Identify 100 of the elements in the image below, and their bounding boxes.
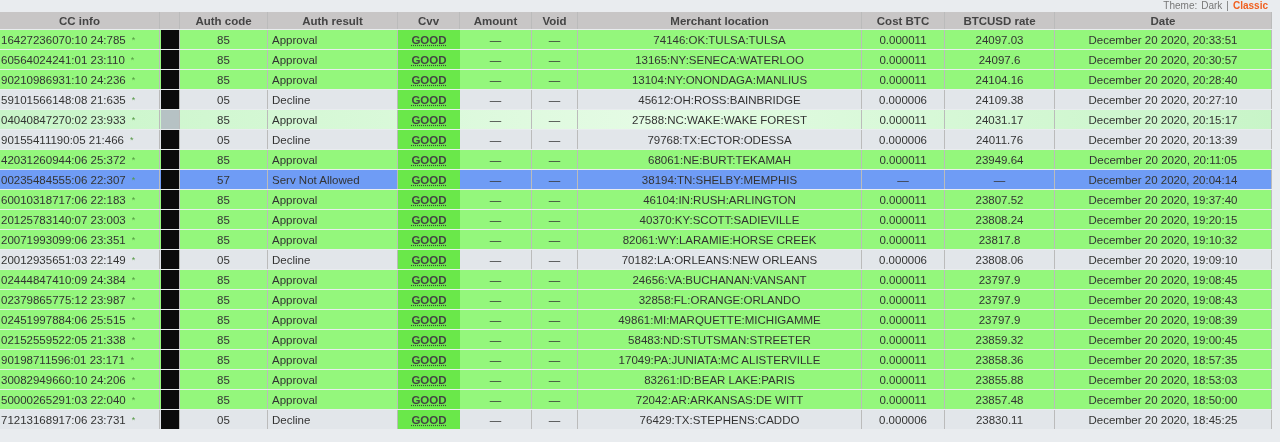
table-cell: — <box>460 250 532 269</box>
note-mark: * <box>131 154 136 165</box>
table-cell: 70182:LA:ORLEANS:NEW ORLEANS <box>578 250 862 269</box>
table-cell: 83261:ID:BEAR LAKE:PARIS <box>578 370 862 389</box>
note-mark: * <box>131 214 136 225</box>
table-cell: 24109.38 <box>945 90 1055 109</box>
cvv-status: GOOD <box>398 70 460 89</box>
redaction-block <box>160 390 179 409</box>
note-mark: * <box>131 294 136 305</box>
table-cell: 0.000011 <box>862 270 945 289</box>
table-cell: 58483:ND:STUTSMAN:STREETER <box>578 330 862 349</box>
table-row[interactable]: 71213168917:06 23:731 * 05 Decline GOOD — — 76429:TX:STEPHENS:CADDO 0.000006 23830.11 December 20 2020, 18:45:25 <box>0 410 1272 429</box>
column-header[interactable]: Void <box>532 12 578 29</box>
table-cell: 17049:PA:JUNIATA:MC ALISTERVILLE <box>578 350 862 369</box>
table-row[interactable]: 42031260944:06 25:372 * 85 Approval GOOD — — 68061:NE:BURT:TEKAMAH 0.000011 23949.64 December 20 2020, 20:11:05 <box>0 150 1272 169</box>
cvv-status: GOOD <box>398 190 460 209</box>
table-cell: — <box>460 270 532 289</box>
table-cell: 23858.36 <box>945 350 1055 369</box>
table-cell: 82061:WY:LARAMIE:HORSE CREEK <box>578 230 862 249</box>
table-cell: 02152559522:05 21:338 <box>1 333 126 346</box>
table-cell: 02379865775:12 23:987 <box>1 293 126 306</box>
theme-option[interactable]: Dark <box>1201 0 1223 12</box>
table-cell: December 20 2020, 18:45:25 <box>1055 410 1272 429</box>
column-header[interactable]: Cvv <box>398 12 460 29</box>
table-row[interactable]: 30082949660:10 24:206 * 85 Approval GOOD — — 83261:ID:BEAR LAKE:PARIS 0.000011 23855.88 December 20 2020, 18:53:03 <box>0 370 1272 389</box>
table-cell: 85 <box>180 370 268 389</box>
table-cell: December 20 2020, 19:08:39 <box>1055 310 1272 329</box>
table-cell: 0.000006 <box>862 90 945 109</box>
table-cell: 05 <box>180 250 268 269</box>
table-cell: 0.000011 <box>862 330 945 349</box>
column-header[interactable]: Amount <box>460 12 532 29</box>
table-cell: 13165:NY:SENECA:WATERLOO <box>578 50 862 69</box>
table-cell: 76429:TX:STEPHENS:CADDO <box>578 410 862 429</box>
table-cell: — <box>460 70 532 89</box>
table-cell: — <box>532 250 578 269</box>
column-header[interactable]: CC info <box>0 12 160 29</box>
table-cell: 42031260944:06 25:372 <box>1 153 126 166</box>
table-row[interactable]: 59101566148:08 21:635 * 05 Decline GOOD — — 45612:OH:ROSS:BAINBRIDGE 0.000006 24109.38 December 20 2020, 20:27:10 <box>0 90 1272 109</box>
table-cell: — <box>532 190 578 209</box>
table-row[interactable]: 16427236070:10 24:785 * 85 Approval GOOD — — 74146:OK:TULSA:TULSA 0.000011 24097.03 December 20 2020, 20:33:51 <box>0 30 1272 49</box>
table-cell: 23859.32 <box>945 330 1055 349</box>
table-row[interactable]: 02451997884:06 25:515 * 85 Approval GOOD — — 49861:MI:MARQUETTE:MICHIGAMME 0.000011 23797.9 December 20 2020, 19:08:39 <box>0 310 1272 329</box>
table-cell: 0.000011 <box>862 370 945 389</box>
table-cell: — <box>532 230 578 249</box>
table-cell: December 20 2020, 19:37:40 <box>1055 190 1272 209</box>
table-cell: 90198711596:01 23:171 <box>1 353 125 366</box>
table-cell: 85 <box>180 70 268 89</box>
table-cell: 85 <box>180 310 268 329</box>
table-row[interactable]: 02152559522:05 21:338 * 85 Approval GOOD — — 58483:ND:STUTSMAN:STREETER 0.000011 23859.32 December 20 2020, 19:00:45 <box>0 330 1272 349</box>
table-row[interactable]: 20125783140:07 23:003 * 85 Approval GOOD — — 40370:KY:SCOTT:SADIEVILLE 0.000011 23808.24 December 20 2020, 19:20:15 <box>0 210 1272 229</box>
table-row[interactable]: 50000265291:03 22:040 * 85 Approval GOOD — — 72042:AR:ARKANSAS:DE WITT 0.000011 23857.48 December 20 2020, 18:50:00 <box>0 390 1272 409</box>
table-row[interactable]: 02444847410:09 24:384 * 85 Approval GOOD — — 24656:VA:BUCHANAN:VANSANT 0.000011 23797.9 December 20 2020, 19:08:45 <box>0 270 1272 289</box>
table-cell: 40370:KY:SCOTT:SADIEVILLE <box>578 210 862 229</box>
table-cell: 45612:OH:ROSS:BAINBRIDGE <box>578 90 862 109</box>
table-cell: 23797.9 <box>945 270 1055 289</box>
table-cell: — <box>460 170 532 189</box>
table-cell: 0.000011 <box>862 350 945 369</box>
table-row[interactable]: 00235484555:06 22:307 * 57 Serv Not Allowed GOOD — — 38194:TN:SHELBY:MEMPHIS — — December 20 2020, 20:04:14 <box>0 170 1272 189</box>
table-row[interactable]: 60564024241:01 23:110 * 85 Approval GOOD — — 13165:NY:SENECA:WATERLOO 0.000011 24097.6 December 20 2020, 20:30:57 <box>0 50 1272 69</box>
table-cell: — <box>460 90 532 109</box>
table-row[interactable]: 60010318717:06 22:183 * 85 Approval GOOD — — 46104:IN:RUSH:ARLINGTON 0.000011 23807.52 December 20 2020, 19:37:40 <box>0 190 1272 209</box>
cvv-status: GOOD <box>398 90 460 109</box>
table-row[interactable]: 90198711596:01 23:171 * 85 Approval GOOD — — 17049:PA:JUNIATA:MC ALISTERVILLE 0.000011 23858.36 December 20 2020, 18:57:35 <box>0 350 1272 369</box>
column-header[interactable]: Cost BTC <box>862 12 945 29</box>
table-cell: December 20 2020, 18:53:03 <box>1055 370 1272 389</box>
table-cell: December 20 2020, 20:13:39 <box>1055 130 1272 149</box>
redaction-block <box>160 250 179 269</box>
table-cell: 85 <box>180 30 268 49</box>
table-cell: — <box>532 30 578 49</box>
table-cell: — <box>460 190 532 209</box>
table-row[interactable]: 90210986931:10 24:236 * 85 Approval GOOD — — 13104:NY:ONONDAGA:MANLIUS 0.000011 24104.16 December 20 2020, 20:28:40 <box>0 70 1272 89</box>
table-cell: — <box>460 370 532 389</box>
note-mark: * <box>131 414 136 425</box>
table-row[interactable]: 90155411190:05 21:466 * 05 Decline GOOD — — 79768:TX:ECTOR:ODESSA 0.000006 24011.76 December 20 2020, 20:13:39 <box>0 130 1272 149</box>
table-row[interactable]: 20012935651:03 22:149 * 05 Decline GOOD — — 70182:LA:ORLEANS:NEW ORLEANS 0.000006 23808.06 December 20 2020, 19:09:10 <box>0 250 1272 269</box>
table-row[interactable]: 02379865775:12 23:987 * 85 Approval GOOD — — 32858:FL:ORANGE:ORLANDO 0.000011 23797.9 December 20 2020, 19:08:43 <box>0 290 1272 309</box>
table-cell: 71213168917:06 23:731 <box>1 413 126 426</box>
table-cell: December 20 2020, 20:30:57 <box>1055 50 1272 69</box>
redaction-block <box>160 150 179 169</box>
table-cell: — <box>460 210 532 229</box>
table-cell: 74146:OK:TULSA:TULSA <box>578 30 862 49</box>
table-cell: 24656:VA:BUCHANAN:VANSANT <box>578 270 862 289</box>
table-cell: 79768:TX:ECTOR:ODESSA <box>578 130 862 149</box>
column-header[interactable]: Auth code <box>180 12 268 29</box>
redaction-block <box>160 310 179 329</box>
table-cell: 0.000011 <box>862 210 945 229</box>
table-row[interactable]: 20071993099:06 23:351 * 85 Approval GOOD — — 82061:WY:LARAMIE:HORSE CREEK 0.000011 23817.8 December 20 2020, 19:10:32 <box>0 230 1272 249</box>
cvv-status: GOOD <box>398 270 460 289</box>
cvv-status: GOOD <box>398 410 460 429</box>
redaction-block <box>160 210 179 229</box>
note-mark: * <box>131 274 136 285</box>
table-cell: — <box>460 290 532 309</box>
redaction-block <box>160 330 179 349</box>
table-cell: — <box>532 210 578 229</box>
redaction-block <box>160 370 179 389</box>
column-header[interactable]: Merchant location <box>578 12 862 29</box>
column-header[interactable]: BTCUSD rate <box>945 12 1055 29</box>
column-header[interactable]: Date <box>1055 12 1272 29</box>
table-row[interactable]: 04040847270:02 23:933 * 85 Approval GOOD — — 27588:NC:WAKE:WAKE FOREST 0.000011 24031.17 December 20 2020, 20:15:17 <box>0 110 1272 129</box>
column-header[interactable]: Auth result <box>268 12 398 29</box>
